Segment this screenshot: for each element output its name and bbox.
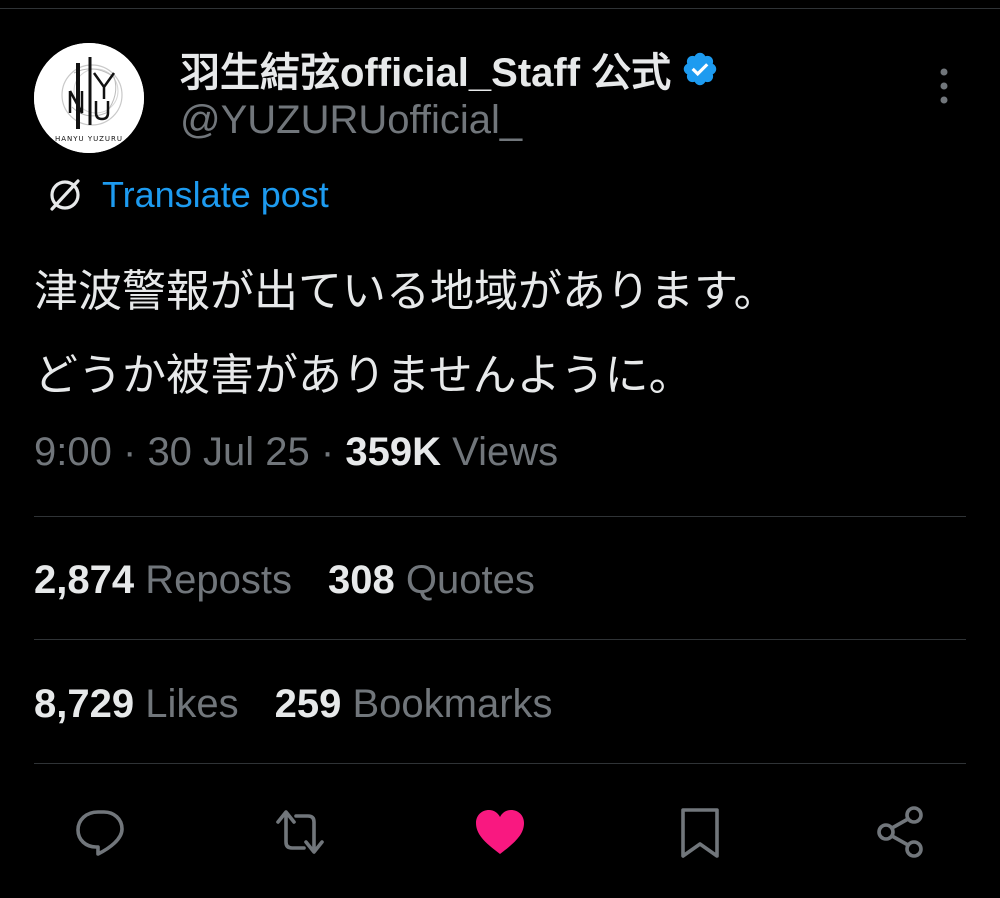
- quotes-count: 308: [327, 558, 395, 602]
- likes-count: 8,729: [34, 682, 135, 726]
- avatar-caption: HANYU YUZURU: [55, 135, 123, 143]
- repost-button[interactable]: [272, 804, 328, 860]
- divider: [34, 516, 966, 517]
- divider: [34, 763, 966, 764]
- post-body: 津波警報が出ている地域があります。 どうか被害がありませんように。: [34, 250, 974, 418]
- post-line: 津波警報が出ている地域があります。: [34, 267, 778, 316]
- avatar[interactable]: HANYU YUZURU: [34, 43, 144, 153]
- reposts-label: Reposts: [145, 558, 292, 602]
- top-divider: [0, 8, 1000, 9]
- translate-label[interactable]: Translate post: [102, 174, 329, 216]
- bookmarks-stat[interactable]: 259 Bookmarks: [275, 682, 553, 726]
- like-button[interactable]: [472, 804, 528, 860]
- stats-row-likes: 8,729 Likes 259 Bookmarks: [34, 682, 553, 727]
- reposts-count: 2,874: [34, 558, 135, 602]
- share-icon: [877, 806, 923, 858]
- author-name-row[interactable]: 羽生結弦official_Staff 公式: [180, 44, 719, 95]
- quotes-stat[interactable]: 308 Quotes: [328, 558, 535, 602]
- divider: [34, 639, 966, 640]
- author-handle[interactable]: @YUZURUofficial_: [180, 98, 522, 143]
- avatar-logo: HANYU YUZURU: [34, 43, 144, 153]
- bookmark-button[interactable]: [672, 804, 728, 860]
- repost-icon: [276, 810, 324, 854]
- verified-badge-icon[interactable]: [681, 50, 719, 88]
- post-time[interactable]: 9:00: [34, 430, 112, 474]
- meta-separator: ·: [122, 430, 137, 474]
- bookmark-icon: [681, 808, 719, 858]
- bookmarks-count: 259: [274, 682, 342, 726]
- heart-icon: [476, 810, 524, 854]
- post-line: どうか被害がありませんように。: [34, 351, 693, 400]
- post-meta: 9:00 · 30 Jul 25 · 359K Views: [34, 430, 558, 475]
- likes-stat[interactable]: 8,729 Likes: [34, 682, 239, 726]
- views-count: 359K: [345, 430, 441, 474]
- reply-button[interactable]: [72, 804, 128, 860]
- reply-icon: [76, 810, 124, 856]
- translate-post-link[interactable]: Translate post: [42, 172, 329, 218]
- action-bar: [0, 800, 1000, 864]
- likes-label: Likes: [145, 682, 239, 726]
- author-display-name[interactable]: 羽生結弦official_Staff 公式: [180, 40, 671, 98]
- meta-separator: ·: [320, 430, 335, 474]
- translate-icon: [50, 179, 80, 211]
- more-options-icon[interactable]: [928, 66, 960, 106]
- bookmarks-label: Bookmarks: [352, 682, 553, 726]
- stats-row-reposts: 2,874 Reposts 308 Quotes: [34, 558, 535, 603]
- share-button[interactable]: [872, 804, 928, 860]
- views-label: Views: [452, 430, 559, 474]
- reposts-stat[interactable]: 2,874 Reposts: [34, 558, 292, 602]
- post-date[interactable]: 30 Jul 25: [147, 430, 309, 474]
- quotes-label: Quotes: [405, 558, 535, 602]
